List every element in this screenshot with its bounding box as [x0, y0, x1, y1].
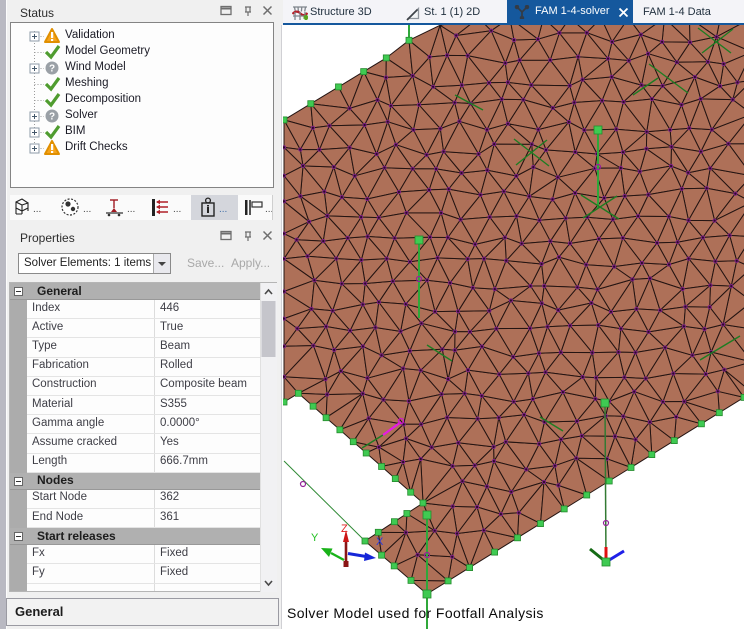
svg-text:...: ...: [33, 204, 41, 215]
svg-text:?: ?: [49, 64, 55, 75]
svg-text:...: ...: [83, 204, 91, 215]
svg-text:...: ...: [127, 204, 135, 215]
svg-text:Y: Y: [311, 532, 319, 544]
svg-text:...: ...: [265, 204, 272, 215]
svg-text:...: ...: [173, 204, 181, 215]
svg-text:Z: Z: [341, 523, 348, 535]
svg-text:?: ?: [49, 112, 55, 123]
svg-text:X: X: [376, 536, 384, 548]
svg-text:...: ...: [219, 204, 227, 215]
